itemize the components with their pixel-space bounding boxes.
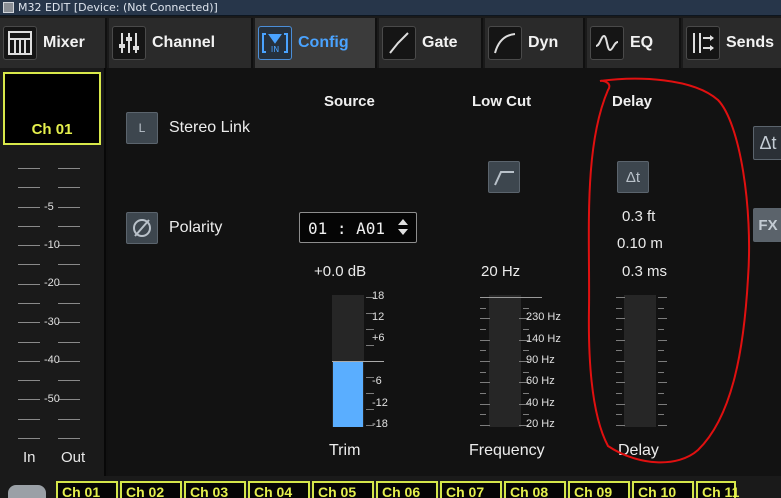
main-tab-bar: Mixer Channel IN Config Gate Dyn EQ Send… — [0, 16, 781, 68]
channel-tab[interactable]: Ch 05 — [312, 481, 374, 498]
channel-tab-label: Ch 11 — [702, 484, 740, 498]
meter-tick — [18, 245, 40, 247]
tab-label: Mixer — [43, 34, 85, 51]
meter-tick — [18, 341, 40, 343]
meter-tick — [58, 341, 80, 343]
channel-tab[interactable]: Ch 06 — [376, 481, 438, 498]
channel-tab[interactable]: Ch 04 — [248, 481, 310, 498]
meter-tick — [18, 303, 40, 304]
channel-tab-bar: Ch 01 Ch 02 Ch 03 Ch 04 Ch 05 Ch 06 Ch 07 Ch 08… — [0, 476, 781, 498]
meter-tick — [18, 283, 40, 285]
meter-tick — [18, 380, 40, 382]
meter-tick — [58, 264, 80, 266]
meter-tick — [18, 360, 40, 362]
meter-scale-label: -5 — [44, 201, 54, 213]
channel-tab-label: Ch 04 — [254, 484, 293, 498]
channel-name: Ch 01 — [31, 121, 73, 138]
meter-scale-label: -40 — [44, 354, 60, 366]
channel-tab-label: Ch 03 — [190, 484, 229, 498]
meter-tick — [58, 418, 80, 420]
channel-tab[interactable]: Ch 11 — [696, 481, 740, 498]
tab-label: Config — [298, 34, 349, 51]
meter-scale-label: -10 — [44, 239, 60, 251]
meter-tick — [58, 206, 80, 208]
meter-scale-label: -30 — [44, 316, 60, 328]
title-bar: M32 EDIT [Device: (Not Connected)] — [0, 0, 781, 16]
mixer-grid-icon — [3, 26, 37, 60]
channel-tab[interactable]: Ch 09 — [568, 481, 630, 498]
channel-tab-label: Ch 01 — [62, 484, 101, 498]
channel-tab-label: Ch 02 — [126, 484, 165, 498]
window-title: M32 EDIT [Device: (Not Connected)] — [18, 1, 218, 14]
tab-label: Dyn — [528, 34, 559, 51]
tab-label: Gate — [422, 34, 458, 51]
meter-tick — [18, 438, 40, 439]
sends-icon — [686, 26, 720, 60]
meter-tick — [18, 264, 40, 266]
channel-tab-label: Ch 07 — [446, 484, 485, 498]
tab-channel[interactable]: Channel — [109, 18, 253, 68]
meter-tick — [58, 360, 80, 362]
channel-tab-label: Ch 10 — [638, 484, 677, 498]
tab-mixer[interactable]: Mixer — [0, 18, 107, 68]
meter-tick — [18, 187, 40, 189]
tab-dyn[interactable]: Dyn — [485, 18, 585, 68]
meter-tick — [58, 245, 80, 247]
eq-curve-icon — [590, 26, 624, 60]
meter-tick — [18, 322, 40, 324]
tab-label: Channel — [152, 34, 216, 51]
channel-tab-label: Ch 05 — [318, 484, 357, 498]
channel-tab[interactable]: Ch 01 — [56, 481, 118, 498]
channel-tab-label: Ch 09 — [574, 484, 613, 498]
tab-sends[interactable]: Sends — [683, 18, 781, 68]
channel-sliders-icon — [112, 26, 146, 60]
app-icon — [3, 2, 14, 13]
channel-tab[interactable]: Ch 03 — [184, 481, 246, 498]
meter-tick — [58, 322, 80, 324]
meter-tick — [18, 206, 40, 208]
tab-gate[interactable]: Gate — [379, 18, 483, 68]
meter-scale-label: -20 — [44, 277, 60, 289]
channel-tab[interactable]: Ch 08 — [504, 481, 566, 498]
channel-tab-label: Ch 08 — [510, 484, 549, 498]
dynamics-curve-icon — [488, 26, 522, 60]
channel-name-display[interactable]: Ch 01 — [3, 72, 101, 145]
meter-tick — [58, 380, 80, 382]
meter-tick — [18, 168, 40, 169]
meter-tick — [18, 418, 40, 420]
config-panel: Source Low Cut Delay L Stereo Link Polar… — [108, 68, 781, 476]
config-input-icon: IN — [258, 26, 292, 60]
meter-tick — [18, 399, 40, 401]
tab-label: EQ — [630, 34, 654, 51]
tab-config[interactable]: IN Config — [255, 18, 377, 68]
svg-text:IN: IN — [271, 45, 279, 54]
meter-tick — [58, 225, 80, 227]
meter-tick — [58, 283, 80, 285]
channel-strip: Ch 01 -5 -10 -20 -30 -40 -50 In Out — [0, 68, 106, 476]
tab-eq[interactable]: EQ — [587, 18, 681, 68]
meter-tick — [58, 399, 80, 401]
meter-tick — [58, 303, 80, 304]
channel-tab[interactable]: Ch 07 — [440, 481, 502, 498]
gate-curve-icon — [382, 26, 416, 60]
meter-tick — [58, 438, 80, 439]
red-annotation-outline — [587, 77, 751, 464]
tab-label: Sends — [726, 34, 775, 51]
channel-page-button[interactable] — [8, 485, 46, 498]
meter-scale-label: -50 — [44, 393, 60, 405]
meter-tick — [58, 168, 80, 169]
channel-tab[interactable]: Ch 02 — [120, 481, 182, 498]
meter-tick — [18, 225, 40, 227]
meter-tick — [58, 187, 80, 189]
in-label: In — [23, 449, 36, 466]
channel-tab[interactable]: Ch 10 — [632, 481, 694, 498]
channel-tab-label: Ch 06 — [382, 484, 421, 498]
out-label: Out — [61, 449, 86, 466]
